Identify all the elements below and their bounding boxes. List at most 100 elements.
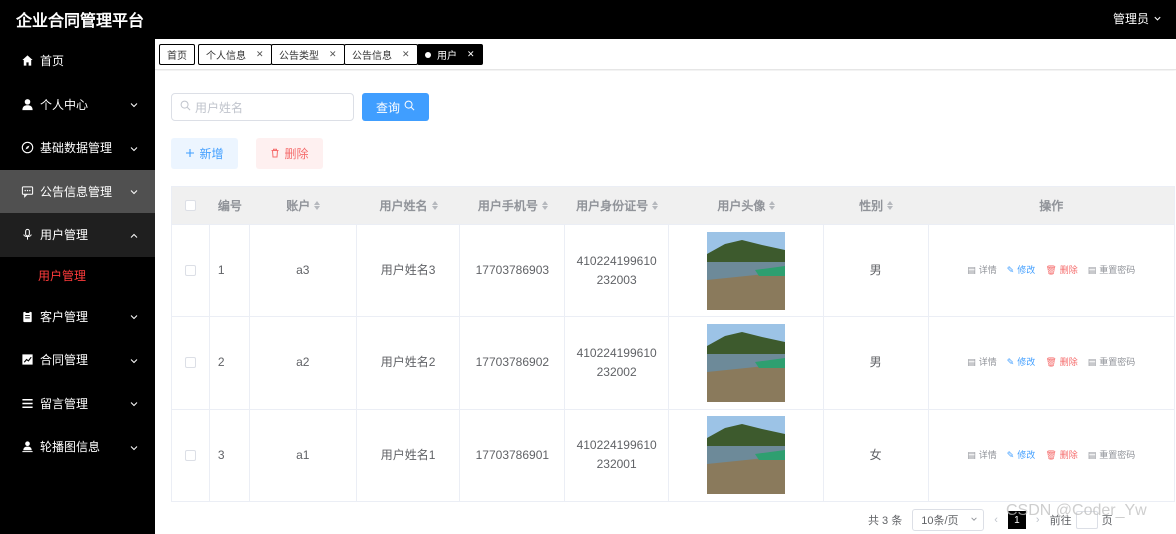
cell-idcard: 410224199610232002 [565,317,670,409]
edit-icon: ✎ [1006,357,1015,368]
cell-id: 1 [210,225,250,317]
sidebar-item-label: 首页 [40,54,65,69]
column-header-account[interactable]: 账户 [250,187,357,224]
cell-idcard: 410224199610232003 [565,225,670,317]
sidebar: 首页 个人中心 基础数据管理 公告信息管理 用户管理 用户管理 客户管理 合同管… [0,39,155,534]
delete-row-button[interactable]: 🗑︎ 删除 [1045,261,1077,280]
sidebar-item-users[interactable]: 用户管理 [0,213,155,257]
column-header-idcard[interactable]: 用户身份证号 [565,187,669,224]
sort-icon[interactable] [769,201,776,210]
chevron-down-icon [129,355,139,365]
cell-actions: ▤ 详情 ✎ 修改 🗑︎ 删除 ▤ 重置密码 [929,317,1175,408]
edit-button[interactable]: ✎ 修改 [1007,261,1036,280]
tabs-bar: 首页 个人信息 ✕ 公告类型 ✕ 公告信息 ✕ 用户 ✕ [155,39,1176,70]
sidebar-item-label: 个人中心 [40,97,89,112]
table-row: 2 a2 用户姓名2 17703786902 41022419961023200… [172,316,1175,409]
column-header-avatar[interactable]: 用户头像 [669,187,824,224]
reset-password-button[interactable]: ▤ 重置密码 [1088,353,1136,372]
row-checkbox[interactable] [172,317,210,409]
detail-button[interactable]: ▤ 详情 [967,446,997,465]
user-name[interactable]: 管理员 [1113,10,1149,27]
cell-id: 3 [210,409,250,501]
edit-button[interactable]: ✎ 修改 [1007,446,1036,465]
table-row: 3 a1 用户姓名1 17703786901 41022419961023200… [172,408,1174,501]
sidebar-item-label: 留言管理 [40,396,89,411]
column-header-name[interactable]: 用户姓名 [357,187,461,224]
delete-row-button[interactable]: 🗑︎ 删除 [1045,353,1077,372]
avatar-image[interactable] [706,416,785,495]
cell-account: a1 [250,409,357,501]
sidebar-item-label: 轮播图信息 [40,440,101,455]
sidebar-item-customers[interactable]: 客户管理 [0,295,155,339]
avatar-image[interactable] [706,231,785,310]
sidebar-item-label: 公告信息管理 [40,184,113,199]
sort-icon[interactable] [887,201,894,210]
user-icon [20,97,34,111]
document-icon: ▤ [1087,357,1097,368]
sort-icon[interactable] [652,201,659,210]
chevron-down-icon [129,99,139,109]
tab-personal-info[interactable]: 个人信息 ✕ [198,44,272,65]
add-button-label: 新增 [199,147,224,161]
tab-notice-type[interactable]: 公告类型 ✕ [271,44,345,65]
detail-button[interactable]: ▤ 详情 [967,261,997,280]
delete-button[interactable]: 删除 [256,138,323,169]
prev-page-icon[interactable]: ‹ [994,514,998,526]
sidebar-item-basic-data[interactable]: 基础数据管理 [0,126,155,170]
chart-icon [20,353,34,367]
cell-phone: 17703786902 [460,317,566,409]
tab-home[interactable]: 首页 [159,44,195,65]
tab-label: 首页 [167,51,187,62]
avatar-image[interactable] [706,323,785,402]
chevron-down-icon [129,143,139,153]
plus-icon [185,147,195,161]
reset-password-button[interactable]: ▤ 重置密码 [1088,446,1136,465]
trash-icon: 🗑︎ [1045,265,1057,276]
delete-row-button[interactable]: 🗑︎ 删除 [1045,446,1077,465]
edit-button[interactable]: ✎ 修改 [1007,353,1036,372]
search-button[interactable]: 查询 [362,93,429,121]
sort-icon[interactable] [541,201,548,210]
tab-users[interactable]: 用户 ✕ [417,44,483,65]
reset-password-button[interactable]: ▤ 重置密码 [1088,261,1136,280]
select-all-checkbox[interactable] [172,187,210,224]
main-content: 用户姓名 查询 新增 删除 编号 账户 用户姓名 用户手机号 用户身份证号 用户… [155,71,1176,534]
sidebar-item-label: 基础数据管理 [40,141,113,156]
close-icon[interactable]: ✕ [329,49,337,60]
sort-icon[interactable] [431,201,438,210]
cell-account: a2 [250,317,357,409]
clipboard-icon [20,309,34,323]
sidebar-item-messages[interactable]: 留言管理 [0,382,155,426]
column-header-gender[interactable]: 性别 [824,187,929,224]
add-button[interactable]: 新增 [171,138,238,169]
sidebar-item-carousel[interactable]: 轮播图信息 [0,425,155,469]
sidebar-item-contracts[interactable]: 合同管理 [0,338,155,382]
page-size-select[interactable]: 10条/页 [912,509,985,531]
close-icon[interactable]: ✕ [256,49,264,60]
sidebar-subitem-user-management[interactable]: 用户管理 [0,256,155,295]
row-checkbox[interactable] [172,225,210,317]
sidebar-item-personal-center[interactable]: 个人中心 [0,83,155,127]
close-icon[interactable]: ✕ [402,49,410,60]
search-icon [404,100,415,114]
users-table: 编号 账户 用户姓名 用户手机号 用户身份证号 用户头像 性别 操作 1 a3 … [171,186,1175,502]
column-header-phone[interactable]: 用户手机号 [460,187,565,224]
tab-notice-info[interactable]: 公告信息 ✕ [344,44,418,65]
document-icon: ▤ [1087,265,1097,276]
sidebar-item-notice[interactable]: 公告信息管理 [0,169,155,213]
cell-gender: 男 [824,317,929,409]
app-title: 企业合同管理平台 [16,13,145,30]
close-icon[interactable]: ✕ [467,49,475,60]
tab-label: 个人信息 [206,51,246,62]
search-icon [180,100,191,114]
search-button-label: 查询 [375,100,400,115]
sidebar-item-home[interactable]: 首页 [0,39,155,83]
delete-button-label: 删除 [284,147,309,161]
row-checkbox[interactable] [172,409,210,501]
cell-actions: ▤ 详情 ✎ 修改 🗑︎ 删除 ▤ 重置密码 [929,225,1175,316]
sort-icon[interactable] [314,201,321,210]
chevron-down-icon[interactable] [1153,12,1162,26]
detail-button[interactable]: ▤ 详情 [967,353,997,372]
search-input[interactable]: 用户姓名 [171,93,354,121]
user-menu[interactable]: 管理员 [1113,10,1162,27]
